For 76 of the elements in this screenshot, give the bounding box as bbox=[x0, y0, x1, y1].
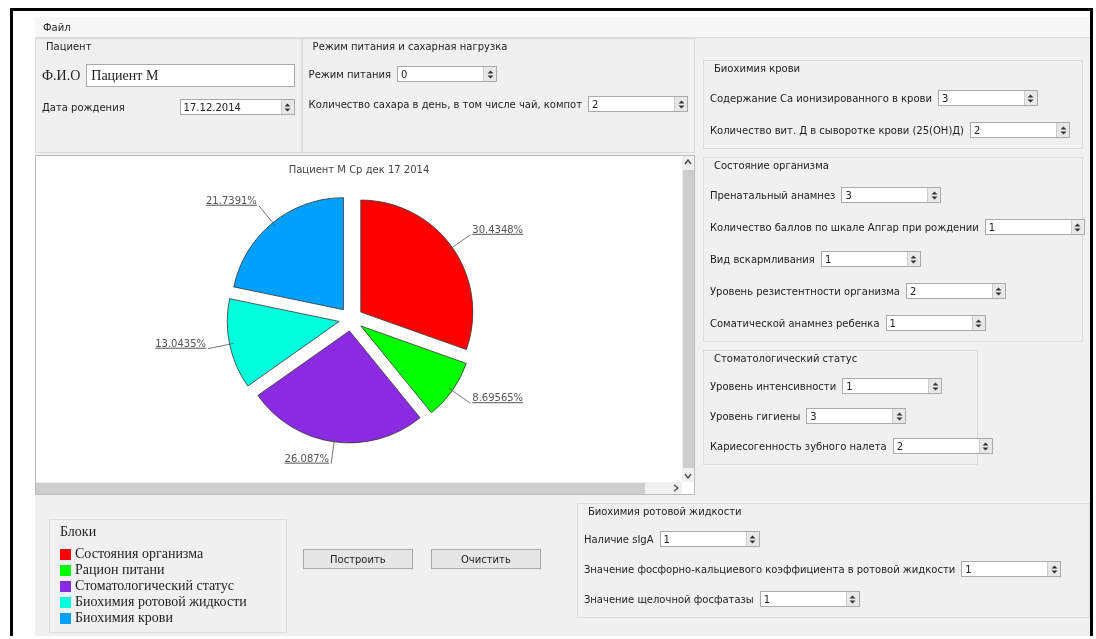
leader-line bbox=[448, 387, 471, 404]
spin-arrows-icon[interactable] bbox=[845, 592, 859, 606]
text-field[interactable]: Пациент М bbox=[86, 64, 295, 87]
legend-label: Биохимия ротовой жидкости bbox=[75, 594, 247, 610]
spin-box[interactable]: 2 bbox=[588, 96, 688, 112]
leader-line bbox=[258, 205, 276, 227]
group-title: Режим питания и сахарная нагрузка bbox=[311, 40, 509, 52]
field-label: Кариесогенность зубного налета bbox=[710, 440, 887, 452]
field-label: Содержание Ca ионизированного в крови bbox=[710, 92, 932, 104]
field-label: Значение щелочной фосфатазы bbox=[583, 593, 754, 605]
data-label: 26.087% bbox=[284, 452, 330, 464]
spin-arrows-icon[interactable] bbox=[1056, 123, 1069, 137]
legend-label: Состояния организма bbox=[75, 546, 204, 562]
field-label: Вид вскармливания bbox=[710, 253, 815, 265]
spin-arrows-icon[interactable] bbox=[892, 409, 906, 423]
legend-label: Биохимия крови bbox=[75, 610, 173, 626]
spin-box[interactable]: 3 bbox=[938, 90, 1038, 106]
leader-line bbox=[330, 437, 336, 465]
spin-box[interactable]: 1 bbox=[885, 315, 986, 331]
data-label: 21.7391% bbox=[206, 194, 257, 206]
field-label: Уровень гигиены bbox=[710, 410, 801, 422]
group-title: Блоки bbox=[60, 524, 98, 540]
spin-box[interactable]: 3 bbox=[806, 408, 907, 424]
spin-box[interactable]: 1 bbox=[659, 531, 760, 547]
group-title: Пациент bbox=[45, 40, 93, 52]
group-title: Биохимия крови bbox=[713, 62, 802, 74]
field-label: Пренатальный анамнез bbox=[710, 189, 836, 201]
spin-arrows-icon[interactable] bbox=[927, 188, 941, 202]
menu-item[interactable]: Файл bbox=[39, 21, 75, 33]
field-label: Количество баллов по шкале Апгар при рождении bbox=[710, 221, 979, 233]
spin-box[interactable]: 1 bbox=[759, 591, 860, 607]
spin-arrows-icon[interactable] bbox=[280, 100, 294, 114]
spin-box[interactable]: 1 bbox=[961, 561, 1062, 577]
spin-box[interactable]: 2 bbox=[892, 438, 993, 454]
spin-arrows-icon[interactable] bbox=[674, 97, 687, 111]
legend-label: Стоматологический статус bbox=[75, 578, 234, 594]
spin-arrows-icon[interactable] bbox=[483, 67, 497, 81]
spin-box[interactable]: 1 bbox=[842, 378, 943, 394]
data-label: 13.0435% bbox=[155, 337, 207, 349]
field-label: Уровень интенсивности bbox=[710, 380, 837, 392]
spin-box[interactable]: 1 bbox=[984, 219, 1085, 235]
spin-box[interactable]: 0 bbox=[397, 66, 498, 82]
field-label: Значение фосфорно-кальциевого коэффициента в ротовой жидкости bbox=[583, 563, 956, 575]
spin-arrows-icon[interactable] bbox=[745, 532, 759, 546]
field-label: Наличие sIgA bbox=[583, 533, 654, 545]
spin-arrows-icon[interactable] bbox=[1047, 562, 1061, 576]
push-button[interactable]: Очистить bbox=[430, 549, 541, 569]
spin-arrows-icon[interactable] bbox=[1070, 220, 1084, 234]
group-title: Биохимия ротовой жидкости bbox=[586, 505, 743, 517]
field-label: Соматической анамнез ребенка bbox=[710, 317, 880, 329]
push-button[interactable]: Построить bbox=[302, 549, 413, 569]
spin-arrows-icon[interactable] bbox=[928, 379, 942, 393]
field-label: Количество вит. Д в сыворотке крови (25(OH)Д) bbox=[710, 124, 964, 136]
data-label: 30.4348% bbox=[472, 223, 524, 235]
field-label: Количество сахара в день, в том числе чай, компот bbox=[308, 98, 582, 110]
field-label: Уровень резистентности организма bbox=[710, 285, 900, 297]
spin-box[interactable]: 1 bbox=[820, 251, 921, 267]
spin-box[interactable]: 2 bbox=[970, 122, 1070, 138]
chart-title: Пациент М Ср дек 17 2014 bbox=[288, 164, 430, 175]
group-title: Стоматологический статус bbox=[713, 352, 859, 364]
group-title: Состояние организма bbox=[713, 159, 830, 171]
leader-line bbox=[207, 343, 234, 350]
spin-arrows-icon[interactable] bbox=[1024, 91, 1037, 105]
spin-arrows-icon[interactable] bbox=[991, 284, 1005, 298]
data-label: 8.69565% bbox=[472, 392, 524, 404]
spin-box[interactable]: 3 bbox=[841, 187, 942, 203]
spin-box[interactable]: 17.12.2014 bbox=[179, 99, 295, 115]
field-label: Дата рождения bbox=[42, 101, 125, 113]
legend-label: Рацион питани bbox=[75, 562, 165, 578]
spin-box[interactable]: 2 bbox=[905, 283, 1006, 299]
spin-arrows-icon[interactable] bbox=[978, 439, 992, 453]
spin-arrows-icon[interactable] bbox=[971, 316, 985, 330]
field-label: Режим питания bbox=[308, 68, 392, 80]
spin-arrows-icon[interactable] bbox=[906, 252, 920, 266]
leader-line bbox=[448, 234, 471, 251]
field-label: Ф.И.О bbox=[42, 67, 81, 84]
